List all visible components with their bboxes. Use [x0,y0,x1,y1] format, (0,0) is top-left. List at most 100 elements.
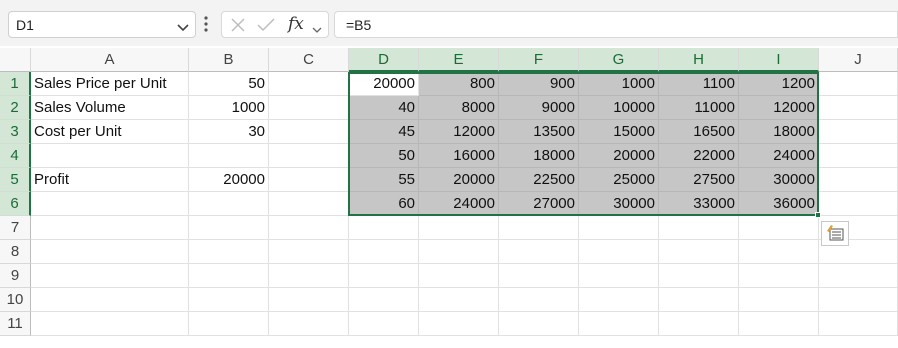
cell-j2[interactable] [819,96,898,120]
cell-c11[interactable] [269,312,349,336]
cell-g11[interactable] [579,312,659,336]
cell-f5[interactable]: 22500 [499,168,579,192]
cancel-icon[interactable] [230,17,246,38]
cell-i1[interactable]: 1200 [739,72,819,96]
column-header-e[interactable]: E [419,48,499,72]
cell-c9[interactable] [269,264,349,288]
cell-c3[interactable] [269,120,349,144]
cell-f6[interactable]: 27000 [499,192,579,216]
cell-b1[interactable]: 50 [189,72,269,96]
cell-h8[interactable] [659,240,739,264]
cell-i2[interactable]: 12000 [739,96,819,120]
cell-g8[interactable] [579,240,659,264]
row-header-2[interactable]: 2 [0,96,31,120]
row-header-11[interactable]: 11 [0,312,31,336]
cell-d9[interactable] [349,264,419,288]
column-header-g[interactable]: G [579,48,659,72]
row-header-1[interactable]: 1 [0,72,31,96]
cell-a5[interactable]: Profit [31,168,189,192]
cell-j6[interactable] [819,192,898,216]
fill-handle[interactable] [815,212,821,218]
insert-function-icon[interactable]: fx [288,14,304,34]
cell-g7[interactable] [579,216,659,240]
cell-b2[interactable]: 1000 [189,96,269,120]
cell-h3[interactable]: 16500 [659,120,739,144]
cell-f4[interactable]: 18000 [499,144,579,168]
column-header-b[interactable]: B [189,48,269,72]
cell-d10[interactable] [349,288,419,312]
cell-i5[interactable]: 30000 [739,168,819,192]
cell-a10[interactable] [31,288,189,312]
cell-a2[interactable]: Sales Volume [31,96,189,120]
row-header-10[interactable]: 10 [0,288,31,312]
cell-e3[interactable]: 12000 [419,120,499,144]
cell-b7[interactable] [189,216,269,240]
cell-g9[interactable] [579,264,659,288]
cell-j10[interactable] [819,288,898,312]
cell-j11[interactable] [819,312,898,336]
cell-e7[interactable] [419,216,499,240]
cell-i8[interactable] [739,240,819,264]
cell-h7[interactable] [659,216,739,240]
cell-f10[interactable] [499,288,579,312]
cell-c4[interactable] [269,144,349,168]
cell-j5[interactable] [819,168,898,192]
cell-d8[interactable] [349,240,419,264]
cell-c8[interactable] [269,240,349,264]
cell-b9[interactable] [189,264,269,288]
cell-c5[interactable] [269,168,349,192]
cell-b11[interactable] [189,312,269,336]
cell-d4[interactable]: 50 [349,144,419,168]
cell-e11[interactable] [419,312,499,336]
cell-h1[interactable]: 1100 [659,72,739,96]
cell-c1[interactable] [269,72,349,96]
cell-d7[interactable] [349,216,419,240]
cell-i7[interactable] [739,216,819,240]
cell-e5[interactable]: 20000 [419,168,499,192]
cell-h5[interactable]: 27500 [659,168,739,192]
chevron-down-icon[interactable] [312,21,322,39]
cell-j9[interactable] [819,264,898,288]
cell-a1[interactable]: Sales Price per Unit [31,72,189,96]
cell-g1[interactable]: 1000 [579,72,659,96]
cell-c10[interactable] [269,288,349,312]
row-header-3[interactable]: 3 [0,120,31,144]
row-header-6[interactable]: 6 [0,192,31,216]
cell-f1[interactable]: 900 [499,72,579,96]
cell-e10[interactable] [419,288,499,312]
cell-d6[interactable]: 60 [349,192,419,216]
cell-g5[interactable]: 25000 [579,168,659,192]
select-all-corner[interactable] [0,48,31,72]
cell-e9[interactable] [419,264,499,288]
chevron-down-icon[interactable] [177,20,189,38]
cell-d1[interactable]: 20000 [349,72,419,96]
cell-c7[interactable] [269,216,349,240]
cell-i10[interactable] [739,288,819,312]
cell-b5[interactable]: 20000 [189,168,269,192]
cell-g10[interactable] [579,288,659,312]
column-header-d[interactable]: D [349,48,419,72]
cell-d11[interactable] [349,312,419,336]
cell-f2[interactable]: 9000 [499,96,579,120]
cell-d2[interactable]: 40 [349,96,419,120]
cell-a3[interactable]: Cost per Unit [31,120,189,144]
cell-b3[interactable]: 30 [189,120,269,144]
cell-e4[interactable]: 16000 [419,144,499,168]
cell-i9[interactable] [739,264,819,288]
cell-a11[interactable] [31,312,189,336]
cell-d5[interactable]: 55 [349,168,419,192]
cell-a7[interactable] [31,216,189,240]
cell-f3[interactable]: 13500 [499,120,579,144]
formula-input[interactable]: =B5 [334,11,898,38]
row-header-4[interactable]: 4 [0,144,31,168]
cell-f8[interactable] [499,240,579,264]
cell-g6[interactable]: 30000 [579,192,659,216]
cell-e2[interactable]: 8000 [419,96,499,120]
column-header-j[interactable]: J [819,48,898,72]
cell-i11[interactable] [739,312,819,336]
cell-g3[interactable]: 15000 [579,120,659,144]
cell-b8[interactable] [189,240,269,264]
cell-b10[interactable] [189,288,269,312]
cell-h2[interactable]: 11000 [659,96,739,120]
cell-f11[interactable] [499,312,579,336]
